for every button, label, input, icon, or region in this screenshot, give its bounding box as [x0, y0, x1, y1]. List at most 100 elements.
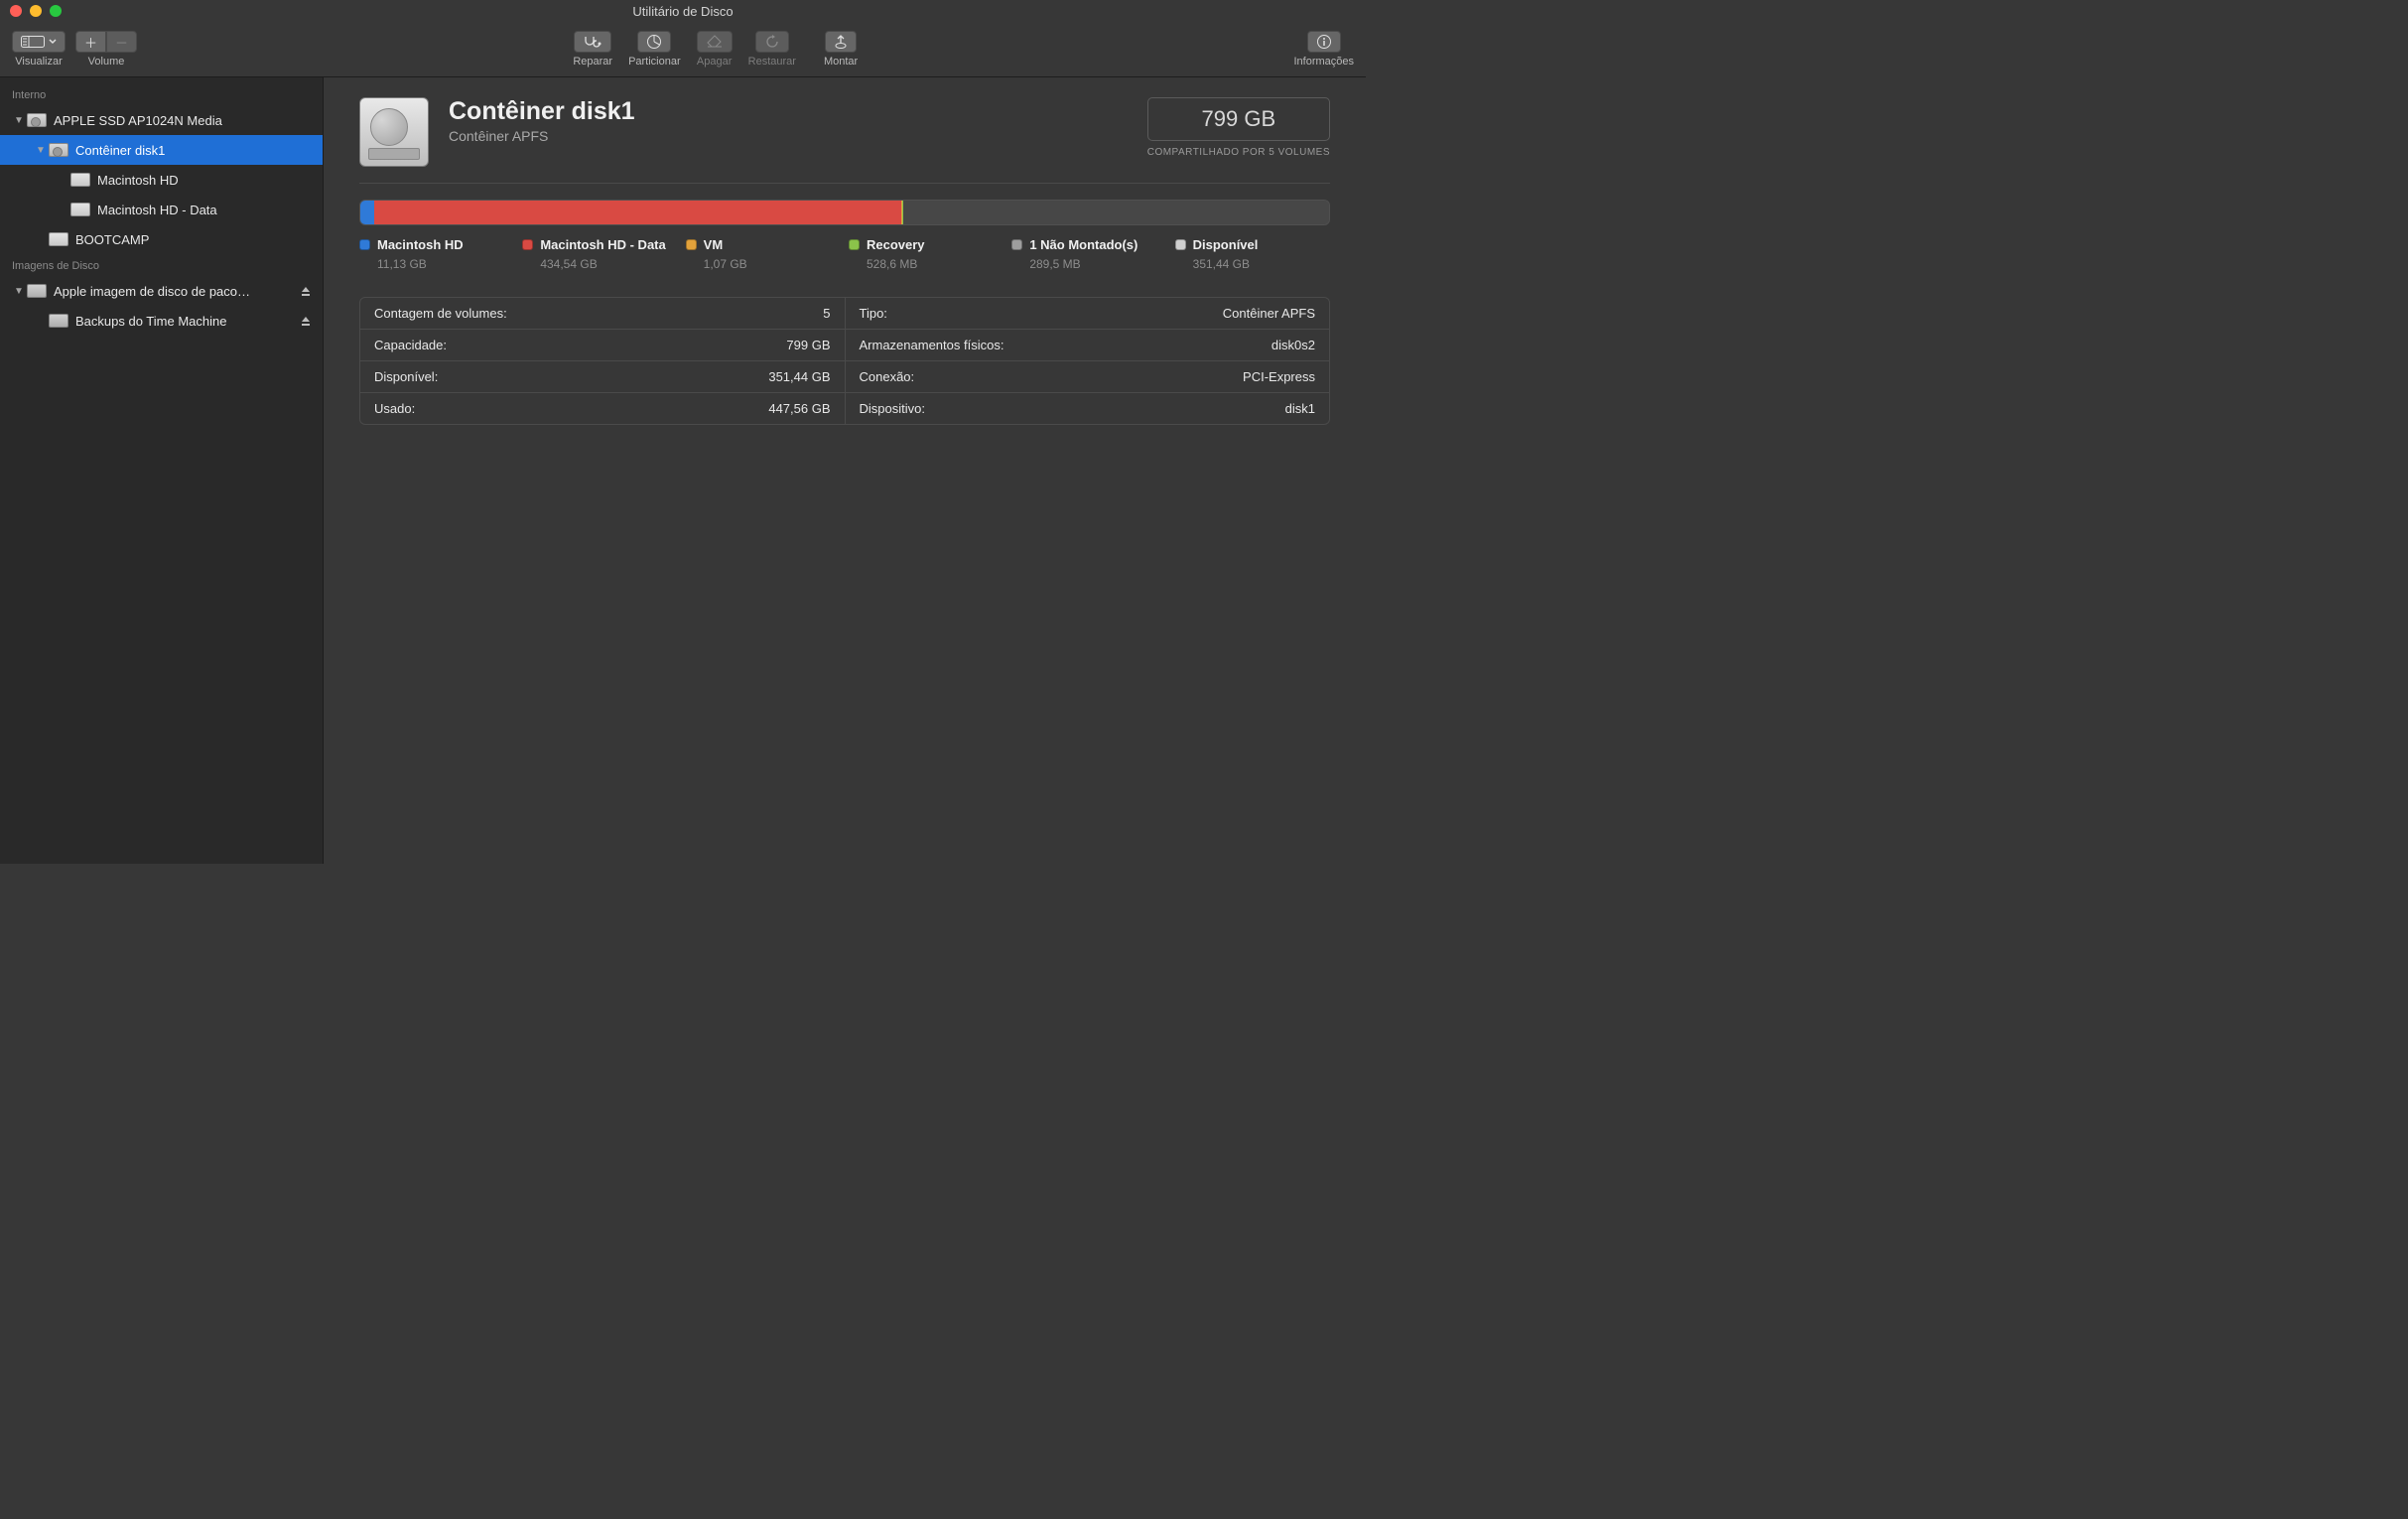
header-titles: Contêiner disk1 Contêiner APFS	[449, 97, 635, 144]
swatch-icon	[359, 239, 370, 250]
legend-item: Recovery528,6 MB	[849, 237, 1003, 271]
sidebar-item[interactable]: ▼ APPLE SSD AP1024N Media	[0, 105, 323, 135]
detail-value: 799 GB	[786, 338, 830, 352]
sidebar-section-images: Imagens de Disco	[0, 254, 323, 276]
stethoscope-icon	[583, 35, 602, 49]
sidebar-item[interactable]: ▼ Contêiner disk1	[0, 135, 323, 165]
legend-name: Macintosh HD - Data	[540, 237, 665, 252]
content: Contêiner disk1 Contêiner APFS 799 GB CO…	[324, 77, 1366, 864]
mount-button[interactable]	[825, 31, 857, 53]
erase-button[interactable]	[697, 31, 733, 53]
detail-key: Tipo:	[860, 306, 887, 321]
usage-segment	[360, 201, 374, 224]
sidebar-item-label: APPLE SSD AP1024N Media	[54, 113, 313, 128]
legend-item: Macintosh HD - Data 434,54 GB	[522, 237, 677, 271]
volume-icon	[48, 230, 69, 248]
divider	[359, 183, 1330, 184]
legend-name: Macintosh HD	[377, 237, 464, 252]
disclosure-triangle[interactable]: ▼	[34, 145, 48, 156]
details-left: Contagem de volumes:5Capacidade:799 GBDi…	[360, 298, 846, 424]
capacity-box: 799 GB	[1147, 97, 1330, 141]
legend-value: 289,5 MB	[1029, 257, 1166, 271]
restore-icon	[764, 35, 780, 49]
titlebar: Utilitário de Disco	[0, 0, 1366, 22]
info-button[interactable]	[1307, 31, 1341, 53]
add-volume-button[interactable]: ＋	[75, 31, 106, 53]
hdd-icon	[48, 141, 69, 159]
close-window-button[interactable]	[10, 5, 22, 17]
partition-button[interactable]	[637, 31, 671, 53]
details-right: Tipo:Contêiner APFSArmazenamentos físico…	[846, 298, 1330, 424]
usage-segment	[374, 201, 901, 224]
sidebar-item[interactable]: ▼ Apple imagem de disco de paco…	[0, 276, 323, 306]
volume-group: ＋ － Volume	[75, 31, 137, 68]
plus-icon: ＋	[84, 33, 97, 52]
legend-value: 11,13 GB	[377, 257, 514, 271]
legend-name: Recovery	[867, 237, 925, 252]
legend-item: VM1,07 GB	[686, 237, 841, 271]
window-body: Interno ▼APPLE SSD AP1024N Media▼Contêin…	[0, 77, 1366, 864]
sidebar-item-label: Macintosh HD	[97, 173, 313, 188]
volume-icon	[69, 201, 91, 218]
detail-row: Conexão:PCI-Express	[846, 361, 1330, 393]
swatch-icon	[522, 239, 533, 250]
legend-value: 1,07 GB	[704, 257, 841, 271]
swatch-icon	[686, 239, 697, 250]
view-label: Visualizar	[15, 56, 63, 68]
mount-icon	[834, 34, 848, 50]
restore-label: Restaurar	[748, 56, 796, 68]
partition-label: Particionar	[628, 56, 681, 68]
capacity-note: COMPARTILHADO POR 5 VOLUMES	[1147, 147, 1330, 158]
mount-label: Montar	[824, 56, 858, 68]
restore-button[interactable]	[755, 31, 789, 53]
disclosure-triangle[interactable]: ▼	[12, 115, 26, 126]
info-group: Informações	[1293, 31, 1354, 68]
zoom-window-button[interactable]	[50, 5, 62, 17]
detail-value: disk0s2	[1271, 338, 1315, 352]
disk-title: Contêiner disk1	[449, 97, 635, 126]
sidebar-icon	[21, 36, 45, 48]
disk-image-icon	[48, 312, 69, 330]
first-aid-label: Reparar	[573, 56, 612, 68]
first-aid-button[interactable]	[574, 31, 611, 53]
detail-value: Contêiner APFS	[1223, 306, 1315, 321]
detail-row: Contagem de volumes:5	[360, 298, 845, 330]
minimize-window-button[interactable]	[30, 5, 42, 17]
sidebar-item[interactable]: Backups do Time Machine	[0, 306, 323, 336]
traffic-lights	[0, 5, 62, 17]
sidebar-item-label: Backups do Time Machine	[75, 314, 299, 329]
sidebar-item-label: Contêiner disk1	[75, 143, 313, 158]
detail-key: Disponível:	[374, 369, 438, 384]
legend-item: 1 Não Montado(s)289,5 MB	[1011, 237, 1166, 271]
detail-key: Dispositivo:	[860, 401, 925, 416]
volume-icon	[69, 171, 91, 189]
window-title: Utilitário de Disco	[0, 4, 1366, 19]
legend-value: 351,44 GB	[1193, 257, 1330, 271]
detail-row: Tipo: Contêiner APFS	[846, 298, 1330, 330]
usage-segment	[903, 201, 1329, 224]
sidebar-item[interactable]: BOOTCAMP	[0, 224, 323, 254]
sidebar-item[interactable]: Macintosh HD	[0, 165, 323, 195]
eject-button[interactable]	[299, 314, 313, 328]
legend-value: 434,54 GB	[540, 257, 677, 271]
swatch-icon	[849, 239, 860, 250]
detail-value: 447,56 GB	[768, 401, 830, 416]
sidebar-item-label: Apple imagem de disco de paco…	[54, 284, 299, 299]
view-button[interactable]	[12, 31, 66, 53]
toolbar-center: Reparar Particionar Apagar Restaurar	[573, 31, 858, 68]
disclosure-triangle[interactable]: ▼	[12, 286, 26, 297]
sidebar-item-label: BOOTCAMP	[75, 232, 313, 247]
disk-image-icon	[26, 282, 48, 300]
volume-label: Volume	[88, 56, 125, 68]
view-group: Visualizar	[12, 31, 66, 68]
remove-volume-button[interactable]: －	[106, 31, 137, 53]
details-table: Contagem de volumes:5Capacidade:799 GBDi…	[359, 297, 1330, 425]
sidebar-item[interactable]: Macintosh HD - Data	[0, 195, 323, 224]
sidebar: Interno ▼APPLE SSD AP1024N Media▼Contêin…	[0, 77, 324, 864]
eject-button[interactable]	[299, 284, 313, 298]
disk-icon	[359, 97, 429, 167]
usage-bar	[359, 200, 1330, 225]
info-icon	[1316, 34, 1332, 50]
content-header: Contêiner disk1 Contêiner APFS 799 GB CO…	[359, 97, 1330, 167]
minus-icon: －	[115, 33, 128, 52]
